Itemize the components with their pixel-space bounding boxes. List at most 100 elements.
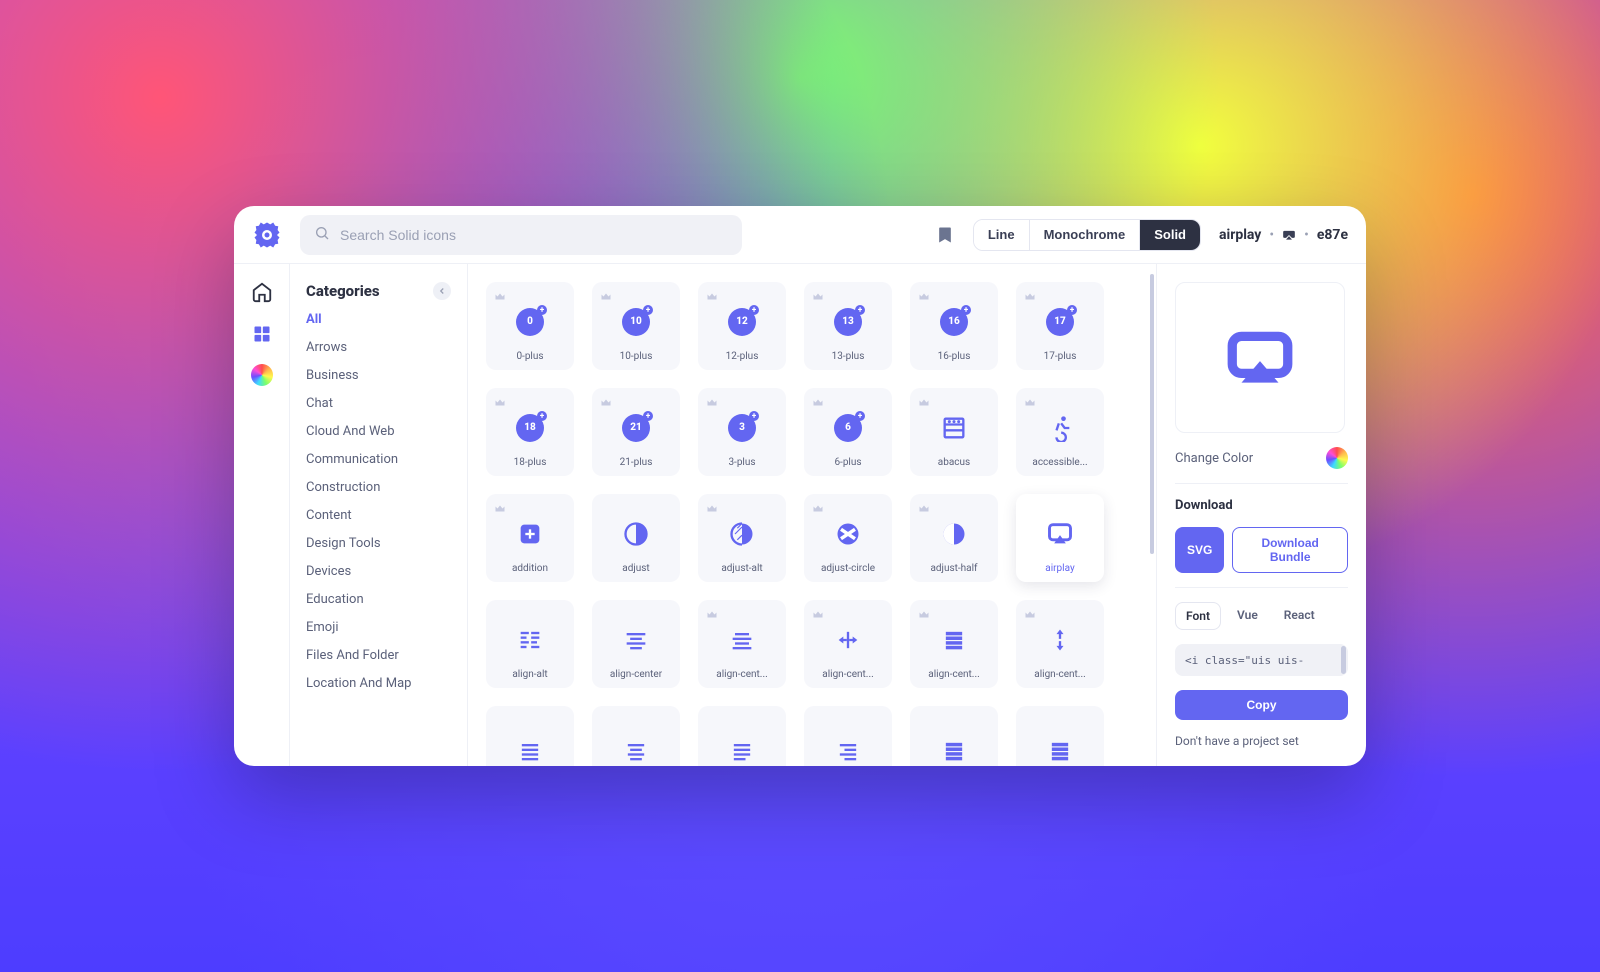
category-item[interactable]: Communication bbox=[306, 452, 451, 467]
card-label: 13-plus bbox=[810, 351, 886, 362]
scrollbar-thumb[interactable] bbox=[1150, 274, 1154, 554]
category-item[interactable]: Construction bbox=[306, 480, 451, 495]
card-label: 6-plus bbox=[810, 457, 886, 468]
card-label: adjust bbox=[598, 563, 674, 574]
crown-icon bbox=[812, 288, 824, 300]
icon-card-align-justify3[interactable] bbox=[698, 706, 786, 766]
color-picker[interactable] bbox=[1326, 447, 1348, 469]
icon-preview bbox=[1175, 282, 1345, 433]
download-bundle-button[interactable]: Download Bundle bbox=[1232, 527, 1348, 573]
icon-card-align-justify2[interactable] bbox=[592, 706, 680, 766]
tab-react[interactable]: React bbox=[1274, 602, 1325, 630]
crown-icon bbox=[706, 500, 718, 512]
collapse-button[interactable] bbox=[433, 282, 451, 300]
icon-card-align-cent...[interactable]: align-cent... bbox=[1016, 600, 1104, 688]
style-tab-line[interactable]: Line bbox=[974, 220, 1029, 250]
categories-title: Categories bbox=[306, 282, 380, 300]
icon-card-addition[interactable]: addition bbox=[486, 494, 574, 582]
nav-rail bbox=[234, 264, 290, 766]
search-box[interactable] bbox=[300, 215, 742, 255]
category-item[interactable]: Emoji bbox=[306, 620, 451, 635]
crown-icon bbox=[918, 394, 930, 406]
icon-card-accessible...[interactable]: accessible... bbox=[1016, 388, 1104, 476]
icon-card-airplay[interactable]: airplay bbox=[1016, 494, 1104, 582]
card-label: align-alt bbox=[492, 669, 568, 680]
category-item[interactable]: Cloud And Web bbox=[306, 424, 451, 439]
card-label: 10-plus bbox=[598, 351, 674, 362]
style-tab-solid[interactable]: Solid bbox=[1139, 220, 1200, 250]
app-logo bbox=[252, 220, 282, 250]
icon-card-21-plus[interactable]: 21+21-plus bbox=[592, 388, 680, 476]
crown-icon bbox=[812, 394, 824, 406]
category-item[interactable]: Design Tools bbox=[306, 536, 451, 551]
icon-card-12-plus[interactable]: 12+12-plus bbox=[698, 282, 786, 370]
search-icon bbox=[314, 225, 330, 245]
icon-card-abacus[interactable]: abacus bbox=[910, 388, 998, 476]
category-item[interactable]: Business bbox=[306, 368, 451, 383]
category-item[interactable]: Arrows bbox=[306, 340, 451, 355]
icon-grid: 0+0-plus10+10-plus12+12-plus13+13-plus16… bbox=[468, 264, 1156, 766]
code-snippet[interactable]: <i class="uis uis- bbox=[1175, 644, 1348, 676]
card-label: align-cent... bbox=[704, 669, 780, 680]
download-svg-button[interactable]: SVG bbox=[1175, 527, 1224, 573]
detail-panel: Change Color Download SVG Download Bundl… bbox=[1156, 264, 1366, 766]
tab-font[interactable]: Font bbox=[1175, 602, 1221, 630]
icon-card-align-justify[interactable] bbox=[486, 706, 574, 766]
icon-card-align-center[interactable]: align-center bbox=[592, 600, 680, 688]
icon-card-align-cent...[interactable]: align-cent... bbox=[910, 600, 998, 688]
card-label: accessible... bbox=[1022, 457, 1098, 468]
crown-icon bbox=[1024, 288, 1036, 300]
icon-card-0-plus[interactable]: 0+0-plus bbox=[486, 282, 574, 370]
grid-icon[interactable] bbox=[250, 322, 274, 346]
icon-card-align-fill2[interactable] bbox=[1016, 706, 1104, 766]
code-scrollbar[interactable] bbox=[1341, 646, 1346, 674]
copy-button[interactable]: Copy bbox=[1175, 690, 1348, 720]
icon-card-16-plus[interactable]: 16+16-plus bbox=[910, 282, 998, 370]
icon-card-18-plus[interactable]: 18+18-plus bbox=[486, 388, 574, 476]
search-input[interactable] bbox=[340, 227, 728, 243]
icon-card-17-plus[interactable]: 17+17-plus bbox=[1016, 282, 1104, 370]
icon-card-adjust[interactable]: adjust bbox=[592, 494, 680, 582]
hint-text: Don't have a project set bbox=[1175, 734, 1348, 748]
home-icon[interactable] bbox=[250, 280, 274, 304]
icon-card-align-alt[interactable]: align-alt bbox=[486, 600, 574, 688]
bookmark-icon[interactable] bbox=[935, 225, 955, 245]
category-item[interactable]: Content bbox=[306, 508, 451, 523]
card-label: adjust-half bbox=[916, 563, 992, 574]
card-icon bbox=[492, 716, 568, 766]
category-item[interactable]: Location And Map bbox=[306, 676, 451, 691]
tab-vue[interactable]: Vue bbox=[1227, 602, 1268, 630]
card-label: 3-plus bbox=[704, 457, 780, 468]
icon-card-align-right[interactable] bbox=[804, 706, 892, 766]
crown-icon bbox=[494, 500, 506, 512]
card-icon bbox=[492, 610, 568, 669]
icon-card-13-plus[interactable]: 13+13-plus bbox=[804, 282, 892, 370]
crown-icon bbox=[918, 500, 930, 512]
crown-icon bbox=[600, 288, 612, 300]
download-heading: Download bbox=[1175, 498, 1348, 513]
breadcrumb: airplay • • e87e bbox=[1219, 227, 1348, 243]
category-item[interactable]: Education bbox=[306, 592, 451, 607]
color-wheel-icon[interactable] bbox=[251, 364, 273, 386]
icon-card-align-fill[interactable] bbox=[910, 706, 998, 766]
icon-card-adjust-circle[interactable]: adjust-circle bbox=[804, 494, 892, 582]
category-item[interactable]: Files And Folder bbox=[306, 648, 451, 663]
icon-card-align-cent...[interactable]: align-cent... bbox=[804, 600, 892, 688]
card-icon bbox=[598, 716, 674, 766]
category-item[interactable]: All bbox=[306, 312, 451, 327]
crown-icon bbox=[1024, 606, 1036, 618]
icon-card-10-plus[interactable]: 10+10-plus bbox=[592, 282, 680, 370]
icon-card-3-plus[interactable]: 3+3-plus bbox=[698, 388, 786, 476]
card-label: 18-plus bbox=[492, 457, 568, 468]
category-item[interactable]: Devices bbox=[306, 564, 451, 579]
card-label: 12-plus bbox=[704, 351, 780, 362]
card-icon bbox=[810, 716, 886, 766]
icon-card-adjust-alt[interactable]: adjust-alt bbox=[698, 494, 786, 582]
card-icon bbox=[704, 716, 780, 766]
style-tab-monochrome[interactable]: Monochrome bbox=[1029, 220, 1140, 250]
icon-card-adjust-half[interactable]: adjust-half bbox=[910, 494, 998, 582]
card-icon bbox=[1022, 504, 1098, 563]
icon-card-align-cent...[interactable]: align-cent... bbox=[698, 600, 786, 688]
icon-card-6-plus[interactable]: 6+6-plus bbox=[804, 388, 892, 476]
category-item[interactable]: Chat bbox=[306, 396, 451, 411]
